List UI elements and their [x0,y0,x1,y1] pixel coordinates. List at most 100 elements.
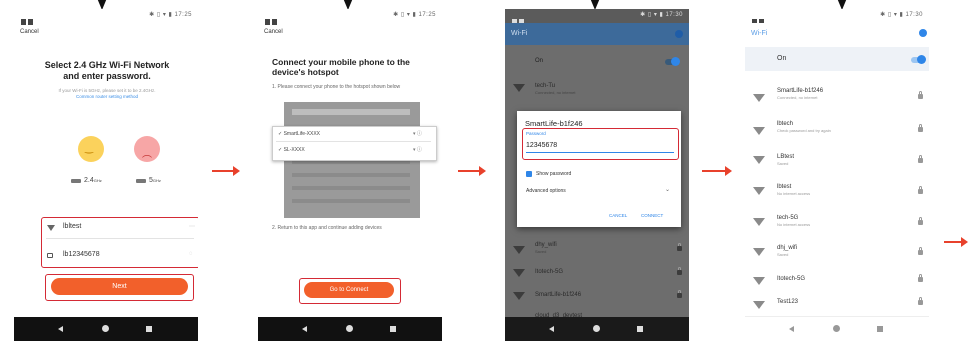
home-icon[interactable] [833,325,840,332]
nav-bar [14,317,198,341]
flow-arrow-4 [944,237,968,247]
network-name[interactable]: dhy_wifi [535,242,557,248]
password-input[interactable]: 12345678 [526,142,557,149]
ssid-field[interactable]: lbltest [63,223,81,230]
network-name[interactable]: Itotech-5G [777,276,805,282]
subtitle-text: If your Wi-Fi is 5GHz, please set it to … [58,88,156,93]
back-icon[interactable] [789,326,794,332]
chevron-down-icon[interactable]: ⌄ [665,186,670,193]
network-name[interactable]: SmartLife-b1f246 [535,292,581,298]
phone-screen-wifi-setup: ✱ ▯ ▾ ▮ 17:25 Cancel Select 2.4 GHz Wi-F… [14,9,198,341]
wifi-icon: ▾ ⓘ [413,131,422,137]
page-title: Wi-Fi [751,30,768,37]
advanced-options-label[interactable]: Advanced options [526,188,566,194]
lock-icon [677,290,682,298]
more-networks-icon[interactable]: ⋯ [189,223,195,230]
step-1-text: 1. Please connect your phone to the hots… [272,84,401,90]
wifi-header-bar [505,23,689,45]
password-field[interactable]: lb12345678 [63,251,100,258]
lock-icon [918,186,923,194]
help-icon[interactable] [919,29,927,37]
go-to-connect-button[interactable]: Go to Connect [304,282,394,298]
dialog-title: SmartLife-b1f246 [525,119,583,128]
lock-icon [677,267,682,275]
wifi-icon [513,84,525,92]
wifi-icon [753,218,765,226]
phone-screen-connect-hotspot: ✱ ▯ ▾ ▮ 17:25 Cancel Connect your mobile… [258,9,442,341]
status-bar: ✱ ▯ ▾ ▮ 17:30 [505,9,689,25]
cancel-link[interactable]: Cancel [20,29,39,35]
checkbox-icon[interactable] [526,171,532,177]
back-icon[interactable] [549,326,554,332]
wifi-on-label: On [777,55,787,62]
connect-button[interactable]: CONNECT [641,213,663,218]
lock-icon [918,247,923,255]
status-bar: ✱ ▯ ▾ ▮ 17:25 [258,9,442,25]
help-icon[interactable] [675,30,683,38]
phone-screen-wifi-list: ✱ ▯ ▾ ▮ 17:30 Wi-Fi On SmartLife-b1f246 … [745,9,929,341]
lock-icon [918,124,923,132]
wifi-icon [753,187,765,195]
hotspot-item-1[interactable]: ✓ SmartLife-XXXX [278,131,320,137]
wifi-header-bar [745,23,929,45]
wifi-icon [753,127,765,135]
lock-icon [677,243,682,251]
back-icon[interactable] [302,326,307,332]
wifi-toggle[interactable] [665,57,680,66]
phone-screen-wifi-password-dialog: ✱ ▯ ▾ ▮ 17:30 Wi-Fi On tech-Tu Connected… [505,9,689,341]
network-name[interactable]: lbtest [777,184,791,190]
lock-icon [918,155,923,163]
wifi-icon [753,301,765,309]
password-label: Password [526,131,546,136]
status-bar: ✱ ▯ ▾ ▮ 17:25 [14,9,198,25]
home-icon[interactable] [346,325,353,332]
recent-apps-icon[interactable] [877,326,883,332]
recent-apps-icon[interactable] [146,326,152,332]
home-icon[interactable] [102,325,109,332]
network-name[interactable]: dhj_wifi [777,245,797,251]
network-name[interactable]: LBtest [777,154,794,160]
router-setting-link[interactable]: Common router setting method [28,94,186,99]
network-name[interactable]: lbtech [777,121,793,127]
lock-icon [918,217,923,225]
recent-apps-icon[interactable] [637,326,643,332]
page-title: Connect your mobile phone to the device'… [272,57,410,77]
router-icon [136,179,146,183]
cancel-button[interactable]: CANCEL [609,213,627,218]
network-name[interactable]: Test123 [777,299,798,305]
show-password-label[interactable]: Show password [536,171,571,177]
flow-arrow-2 [458,166,486,176]
wifi-icon [513,292,525,300]
network-name[interactable]: tech-5G [777,215,798,221]
home-icon[interactable] [593,325,600,332]
cancel-link[interactable]: Cancel [264,29,283,35]
lock-icon [918,274,923,282]
wifi-icon [753,277,765,285]
recent-apps-icon[interactable] [390,326,396,332]
page-title: Wi-Fi [511,30,528,37]
band-24-label: 2.4GHz [84,177,102,184]
network-name[interactable]: SmartLife-b1f246 [777,88,823,94]
flow-arrow-3 [702,166,732,176]
wifi-icon [513,269,525,277]
network-name[interactable]: Itotech-5G [535,269,563,275]
page-title: Select 2.4 GHz Wi-Fi Network and enter p… [44,60,170,81]
lock-icon [918,91,923,99]
band-5-label: 5GHz [149,177,161,184]
wifi-icon: ▾ ⓘ [413,147,422,153]
next-button[interactable]: Next [51,278,188,295]
hotspot-item-2[interactable]: ✓ SL-XXXX [278,147,305,153]
show-password-icon[interactable]: ◌ [189,251,193,257]
flow-arrow-1 [212,166,240,176]
network-name[interactable]: tech-Tu [535,83,555,89]
wifi-toggle[interactable] [911,55,926,64]
lock-icon [47,253,53,258]
wifi-icon [513,246,525,254]
back-icon[interactable] [58,326,63,332]
wifi-icon [47,225,55,231]
router-icon [71,179,81,183]
wifi-icon [753,248,765,256]
wifi-on-label: On [535,58,544,64]
wifi-icon [753,94,765,102]
nav-bar [258,317,442,341]
